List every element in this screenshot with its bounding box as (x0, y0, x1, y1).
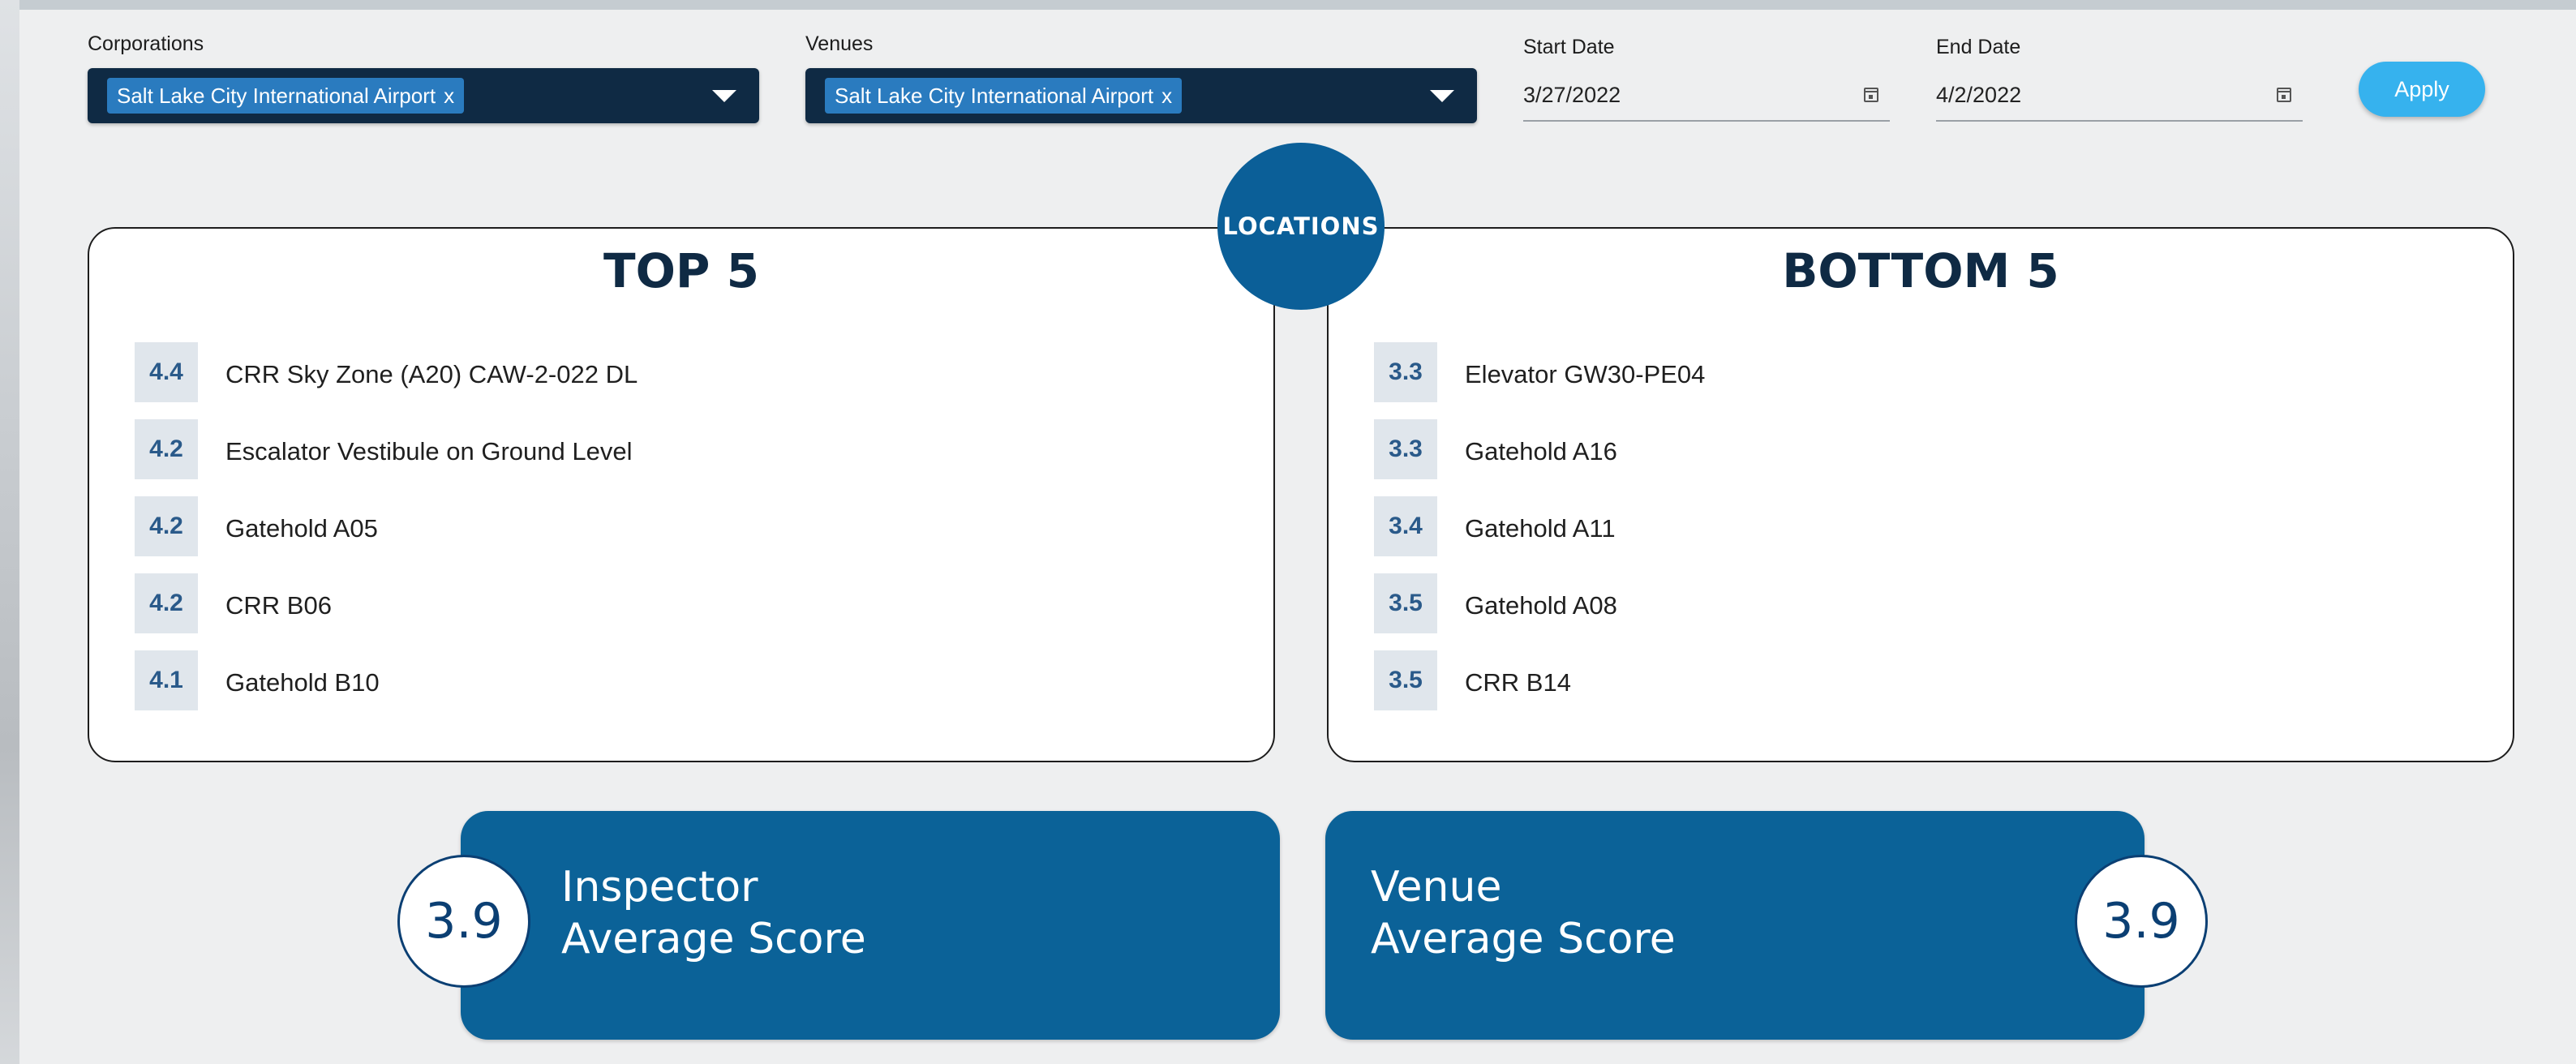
venues-chip-remove[interactable]: x (1161, 84, 1172, 108)
score-box: 3.3 (1374, 342, 1437, 402)
score-box: 3.5 (1374, 650, 1437, 710)
inspector-card-line2: Average Score (561, 915, 866, 963)
location-name: Gatehold A08 (1465, 591, 1617, 620)
list-item: 4.1 Gatehold B10 (135, 650, 1241, 727)
score-box: 4.2 (135, 573, 198, 633)
location-name: CRR B14 (1465, 668, 1571, 697)
list-item: 4.2 Gatehold A05 (135, 496, 1241, 573)
calendar-icon[interactable] (1864, 88, 1878, 102)
venue-card-text: Venue Average Score (1371, 861, 1676, 965)
score-box: 4.2 (135, 419, 198, 479)
list-item: 3.3 Gatehold A16 (1374, 419, 2480, 496)
venue-card-line1: Venue (1371, 863, 1502, 912)
corporations-label: Corporations (88, 32, 204, 55)
bottom5-panel: BOTTOM 5 3.3 Elevator GW30-PE04 3.3 Gate… (1327, 227, 2514, 762)
score-box: 3.3 (1374, 419, 1437, 479)
venues-dropdown[interactable]: Salt Lake City International Airport x (805, 68, 1477, 123)
venues-chip-label: Salt Lake City International Airport (835, 84, 1154, 108)
location-name: Elevator GW30-PE04 (1465, 360, 1706, 388)
apply-button[interactable]: Apply (2359, 62, 2485, 117)
venue-card-line2: Average Score (1371, 915, 1676, 963)
background-strip (0, 0, 19, 1064)
start-date-label: Start Date (1523, 36, 1615, 58)
venue-score-circle: 3.9 (2075, 855, 2208, 988)
top5-list: 4.4 CRR Sky Zone (A20) CAW-2-022 DL 4.2 … (135, 342, 1241, 727)
end-date-value: 4/2/2022 (1936, 83, 2022, 107)
corporations-dropdown[interactable]: Salt Lake City International Airport x (88, 68, 759, 123)
end-date-field[interactable]: 4/2/2022 (1936, 75, 2303, 122)
venue-score-card: Venue Average Score (1325, 811, 2145, 1040)
list-item: 4.2 CRR B06 (135, 573, 1241, 650)
list-item: 3.4 Gatehold A11 (1374, 496, 2480, 573)
score-box: 4.4 (135, 342, 198, 402)
bottom5-list: 3.3 Elevator GW30-PE04 3.3 Gatehold A16 … (1374, 342, 2480, 727)
list-item: 3.5 CRR B14 (1374, 650, 2480, 727)
top5-panel: TOP 5 4.4 CRR Sky Zone (A20) CAW-2-022 D… (88, 227, 1275, 762)
chevron-down-icon[interactable] (1430, 90, 1454, 102)
inspector-card-line1: Inspector (561, 863, 758, 912)
location-name: Gatehold B10 (225, 668, 380, 697)
end-date-label: End Date (1936, 36, 2021, 58)
chevron-down-icon[interactable] (712, 90, 736, 102)
list-item: 4.2 Escalator Vestibule on Ground Level (135, 419, 1241, 496)
top5-title: TOP 5 (603, 243, 759, 298)
bottom5-title: BOTTOM 5 (1782, 243, 2059, 298)
score-box: 4.2 (135, 496, 198, 556)
corporations-chip: Salt Lake City International Airport x (107, 78, 465, 114)
list-item: 4.4 CRR Sky Zone (A20) CAW-2-022 DL (135, 342, 1241, 419)
location-name: Gatehold A05 (225, 514, 378, 543)
location-name: Escalator Vestibule on Ground Level (225, 437, 633, 466)
inspector-score-card: Inspector Average Score (461, 811, 1280, 1040)
list-item: 3.3 Elevator GW30-PE04 (1374, 342, 2480, 419)
location-name: CRR Sky Zone (A20) CAW-2-022 DL (225, 360, 638, 388)
corporations-chip-label: Salt Lake City International Airport (117, 84, 436, 108)
score-box: 3.5 (1374, 573, 1437, 633)
score-box: 3.4 (1374, 496, 1437, 556)
locations-badge: LOCATIONS (1217, 143, 1385, 310)
score-box: 4.1 (135, 650, 198, 710)
top-bar (19, 0, 2576, 10)
start-date-field[interactable]: 3/27/2022 (1523, 75, 1890, 122)
venues-chip: Salt Lake City International Airport x (825, 78, 1183, 114)
list-item: 3.5 Gatehold A08 (1374, 573, 2480, 650)
inspector-card-text: Inspector Average Score (561, 861, 866, 965)
venues-label: Venues (805, 32, 874, 55)
location-name: Gatehold A16 (1465, 437, 1617, 466)
location-name: CRR B06 (225, 591, 332, 620)
start-date-value: 3/27/2022 (1523, 83, 1621, 107)
calendar-icon[interactable] (2277, 88, 2291, 102)
inspector-score-circle: 3.9 (397, 855, 530, 988)
corporations-chip-remove[interactable]: x (444, 84, 454, 108)
location-name: Gatehold A11 (1465, 514, 1616, 543)
